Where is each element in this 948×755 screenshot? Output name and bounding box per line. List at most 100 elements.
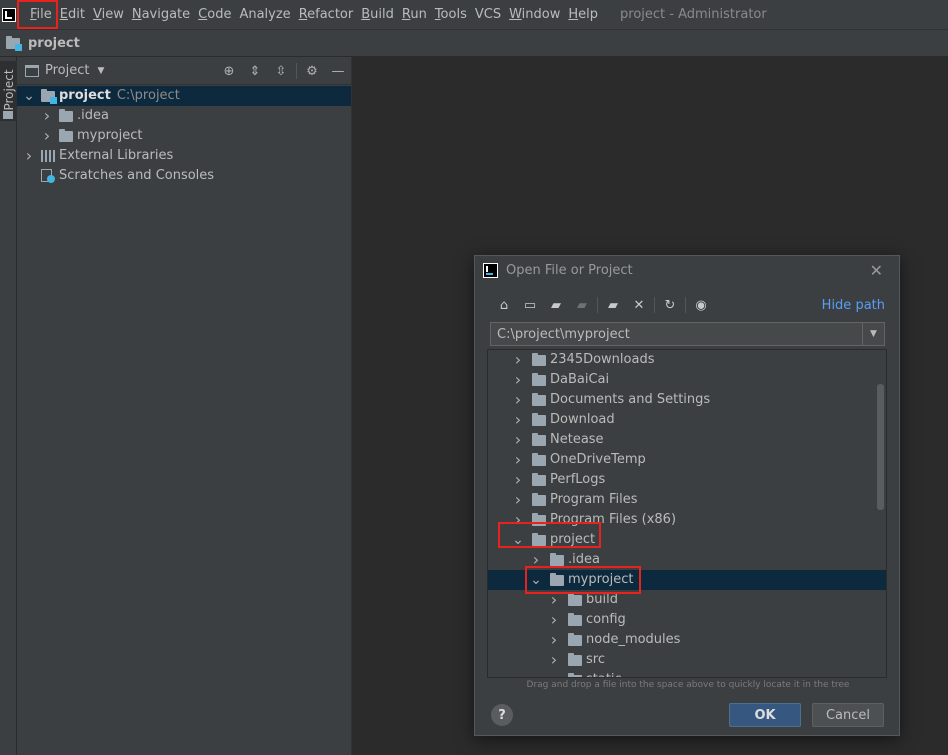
chevron-right-icon[interactable]: › <box>512 450 524 469</box>
chevron-right-icon[interactable]: › <box>548 590 560 609</box>
list-item[interactable]: › .idea <box>488 550 886 570</box>
refresh-icon[interactable]: ↻ <box>657 294 683 316</box>
locate-icon[interactable]: ⊕ <box>216 57 242 85</box>
tree-row[interactable]: ⌄ project C:\project <box>17 86 351 106</box>
folder-icon <box>568 672 582 677</box>
chevron-down-icon[interactable]: ▼ <box>97 66 104 76</box>
folder-icon <box>568 652 582 666</box>
chevron-right-icon[interactable]: › <box>548 650 560 669</box>
menu-label: ode <box>207 6 232 22</box>
window-title: project - Administrator <box>620 7 767 22</box>
list-item[interactable]: › 2345Downloads <box>488 350 886 370</box>
folder-label: config <box>586 612 626 627</box>
list-item[interactable]: › build <box>488 590 886 610</box>
delete-icon[interactable]: ✕ <box>626 294 652 316</box>
new-folder-icon[interactable]: ▰ <box>600 294 626 316</box>
menu-analyze[interactable]: Analyze <box>235 4 294 26</box>
folder-label: Download <box>550 412 615 427</box>
cancel-button[interactable]: Cancel <box>812 703 884 727</box>
expand-all-icon[interactable]: ⇕ <box>242 57 268 85</box>
chevron-down-icon[interactable]: ⌄ <box>23 88 35 104</box>
project-panel-title[interactable]: Project <box>45 63 89 78</box>
close-icon[interactable]: ✕ <box>870 261 883 280</box>
menu-edit[interactable]: Edit <box>56 4 89 26</box>
list-item[interactable]: › Documents and Settings <box>488 390 886 410</box>
folder-label: project <box>550 532 596 547</box>
list-item[interactable]: › Download <box>488 410 886 430</box>
list-item[interactable]: ⌄ myproject <box>488 570 886 590</box>
collapse-all-icon[interactable]: ⇳ <box>268 57 294 85</box>
chevron-right-icon[interactable]: › <box>41 126 53 145</box>
chevron-right-icon[interactable]: › <box>548 610 560 629</box>
module-folder-icon <box>41 88 57 104</box>
folder-label: src <box>586 652 605 667</box>
chevron-right-icon[interactable]: › <box>41 106 53 125</box>
folder-icon <box>550 572 564 586</box>
chevron-right-icon[interactable]: › <box>512 470 524 489</box>
breadcrumb-project[interactable]: project <box>28 36 80 51</box>
path-input-value[interactable]: C:\project\myproject <box>491 327 862 342</box>
project-panel-header: Project ▼ ⊕ ⇕ ⇳ ⚙ — <box>17 57 351 85</box>
project-folder-icon[interactable]: ▰ <box>543 294 569 316</box>
chevron-right-icon[interactable]: › <box>512 410 524 429</box>
menu-refactor[interactable]: Refactor <box>295 4 358 26</box>
list-item[interactable]: › config <box>488 610 886 630</box>
folder-label: PerfLogs <box>550 472 606 487</box>
menu-file[interactable]: File <box>26 4 56 26</box>
menu-vcs[interactable]: VCS <box>471 4 505 26</box>
chevron-right-icon[interactable]: › <box>512 370 524 389</box>
list-item[interactable]: › Program Files <box>488 490 886 510</box>
chevron-right-icon[interactable]: › <box>548 670 560 677</box>
ok-button[interactable]: OK <box>729 703 801 727</box>
list-item[interactable]: › OneDriveTemp <box>488 450 886 470</box>
list-item[interactable]: › PerfLogs <box>488 470 886 490</box>
tree-row[interactable]: › External Libraries <box>17 146 351 166</box>
list-item[interactable]: › Program Files (x86) <box>488 510 886 530</box>
folder-icon <box>532 372 546 386</box>
menu-run[interactable]: Run <box>398 4 431 26</box>
folder-label: 2345Downloads <box>550 352 655 367</box>
help-button[interactable]: ? <box>491 704 513 726</box>
menu-window[interactable]: Window <box>505 4 564 26</box>
chevron-right-icon[interactable]: › <box>512 430 524 449</box>
list-item[interactable]: › node_modules <box>488 630 886 650</box>
module-folder-icon[interactable]: ▰ <box>569 294 595 316</box>
gear-icon[interactable]: ⚙ <box>299 57 325 85</box>
path-input[interactable]: C:\project\myproject ▼ <box>490 322 885 346</box>
list-item[interactable]: › Netease <box>488 430 886 450</box>
chevron-right-icon[interactable]: › <box>512 490 524 509</box>
folder-icon <box>59 128 73 142</box>
home-icon[interactable]: ⌂ <box>491 294 517 316</box>
list-item[interactable]: › static <box>488 670 886 677</box>
file-tree[interactable]: › 2345Downloads › DaBaiCai › Documents and Se… <box>487 349 887 678</box>
file-tree-scrollbar[interactable] <box>877 384 884 510</box>
chevron-right-icon[interactable]: › <box>530 550 542 569</box>
chevron-right-icon[interactable]: › <box>512 350 524 369</box>
hide-path-link[interactable]: Hide path <box>822 298 885 313</box>
chevron-down-icon[interactable]: ⌄ <box>512 532 524 548</box>
chevron-down-icon[interactable]: ⌄ <box>530 572 542 588</box>
chevron-right-icon[interactable]: › <box>548 630 560 649</box>
chevron-right-icon[interactable]: › <box>512 510 524 529</box>
menu-help[interactable]: Help <box>564 4 602 26</box>
menu-label: elp <box>578 6 599 22</box>
menu-navigate[interactable]: Navigate <box>128 4 194 26</box>
menu-tools[interactable]: Tools <box>431 4 471 26</box>
chevron-right-icon[interactable]: › <box>512 390 524 409</box>
list-item[interactable]: › DaBaiCai <box>488 370 886 390</box>
menu-code[interactable]: Code <box>194 4 235 26</box>
list-item[interactable]: ⌄ project <box>488 530 886 550</box>
chevron-right-icon[interactable]: › <box>23 146 35 165</box>
chevron-down-icon[interactable]: ▼ <box>862 323 884 345</box>
tree-row[interactable]: Scratches and Consoles <box>17 166 351 186</box>
tree-row[interactable]: › myproject <box>17 126 351 146</box>
menu-view[interactable]: View <box>89 4 128 26</box>
show-hidden-icon[interactable]: ◉ <box>688 294 714 316</box>
list-item[interactable]: › src <box>488 650 886 670</box>
tree-row[interactable]: › .idea <box>17 106 351 126</box>
menu-build[interactable]: Build <box>357 4 398 26</box>
desktop-icon[interactable]: ▭ <box>517 294 543 316</box>
minimize-icon[interactable]: — <box>325 57 351 85</box>
folder-icon <box>568 632 582 646</box>
